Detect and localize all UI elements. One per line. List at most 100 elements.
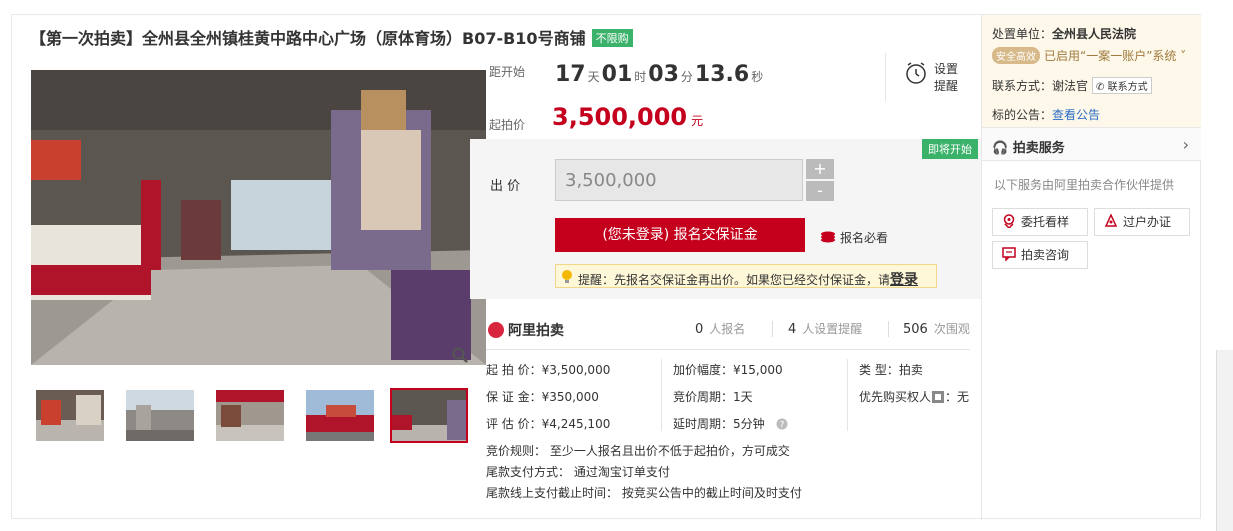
type-value: 拍卖 <box>898 363 923 377</box>
thumbnail-2[interactable] <box>124 388 196 443</box>
notice-line: 标的公告：查看公告 <box>992 106 1100 123</box>
days-unit: 天 <box>587 70 600 84</box>
consult-button[interactable]: 拍卖咨询 <box>992 241 1088 269</box>
detail-type: 类 型：拍卖 <box>859 361 923 378</box>
help-icon[interactable]: ? <box>776 418 788 431</box>
detail-period: 竞价周期：1天 <box>673 390 753 404</box>
alarm-clock-icon[interactable] <box>905 61 927 88</box>
ali-auction-icon <box>488 322 504 338</box>
decrease-button[interactable]: - <box>806 181 834 201</box>
divider <box>847 359 848 431</box>
detail-start-price: 起 拍 价：¥3,500,000 <box>486 363 611 377</box>
stat-label: 人设置提醒 <box>802 322 863 336</box>
must-read-link[interactable]: 报名必看 <box>820 229 888 246</box>
main-photo[interactable] <box>31 70 486 365</box>
service-description: 以下服务由阿里拍卖合作伙伴提供 <box>994 178 1175 192</box>
login-link[interactable]: 登录 <box>890 272 918 288</box>
certificate-icon <box>1104 214 1118 227</box>
stat-registrations: 0 人报名 <box>695 320 745 337</box>
chevron-right-icon: › <box>1182 135 1189 154</box>
start-price-label: 起拍价 <box>489 118 526 132</box>
stat-num: 4 <box>788 322 797 337</box>
must-read-text: 报名必看 <box>840 231 889 245</box>
detail-increment: 加价幅度：¥15,000 <box>673 363 783 377</box>
bid-stepper: + - <box>806 159 834 201</box>
contact-value: 谢法官 <box>1052 79 1089 93</box>
priority-label: 优先购买权人 <box>859 390 932 404</box>
bid-panel: 即将开始 出 价 3,500,000 + - (您未登录) 报名交保证金 报名必… <box>470 139 982 299</box>
detail-priority: 优先购买权人 ：无 <box>859 388 969 405</box>
thumbnail-4[interactable] <box>304 388 376 443</box>
set-reminder-button[interactable]: 设置提醒 <box>934 61 964 95</box>
hours-unit: 时 <box>634 70 647 84</box>
consult-label: 拍卖咨询 <box>1021 248 1070 262</box>
auction-service-header[interactable]: 🎧 拍卖服务 › <box>982 127 1201 161</box>
transfer-label: 过户办证 <box>1123 215 1172 229</box>
countdown-days: 17 <box>555 62 586 87</box>
headset-icon: 🎧 <box>992 141 1009 156</box>
contact-button-label: 联系方式 <box>1107 82 1148 93</box>
tip-text: 提醒：先报名交保证金再出价。如果您已经交付保证金，请 <box>578 273 891 287</box>
detail-deposit: 保 证 金：¥350,000 <box>486 390 599 404</box>
safe-badge: 安全高效 <box>992 47 1040 64</box>
purchase-tag: 不限购 <box>591 29 633 47</box>
stat-views: 506 次围观 <box>903 320 970 337</box>
stat-reminders: 4 人设置提醒 <box>788 320 862 337</box>
divider <box>888 321 889 337</box>
service-title-text: 拍卖服务 <box>1012 141 1065 156</box>
divider <box>486 349 970 350</box>
phone-icon: ✆ <box>1096 82 1108 93</box>
thumbnail-3[interactable] <box>214 388 286 443</box>
notice-label: 标的公告： <box>992 108 1053 122</box>
bid-input[interactable]: 3,500,000 <box>555 159 803 201</box>
divider <box>661 359 662 431</box>
stat-num: 0 <box>695 322 704 337</box>
stat-label: 人报名 <box>709 322 746 336</box>
increase-button[interactable]: + <box>806 159 834 179</box>
transfer-button[interactable]: 过户办证 <box>1094 208 1190 236</box>
divider <box>772 321 773 337</box>
priority-value: ：无 <box>945 390 970 404</box>
bid-label: 出 价 <box>490 179 521 194</box>
minutes-unit: 分 <box>680 70 693 84</box>
lightbulb-icon <box>562 270 572 283</box>
platform-logo: 阿里拍卖 <box>488 320 564 340</box>
coins-icon <box>821 231 835 243</box>
contact-button[interactable]: ✆ 联系方式 <box>1092 77 1152 94</box>
zoom-icon[interactable] <box>452 347 468 363</box>
delay-text: 延时周期：5分钟 <box>673 417 765 431</box>
service-title: 🎧 拍卖服务 <box>992 137 1065 156</box>
thumbnail-1[interactable] <box>34 388 106 443</box>
disposal-unit: 处置单位：全州县人民法院 <box>992 25 1136 42</box>
system-text[interactable]: 已启用“一案一账户”系统 <box>1044 49 1176 63</box>
countdown: 17 天01 时03 分13.6 秒 <box>555 62 765 87</box>
countdown-label: 距开始 <box>489 65 526 79</box>
location-pin-icon <box>1003 214 1015 228</box>
page-title: 【第一次拍卖】全州县全州镇桂黄中路中心广场（原体育场）B07-B10号商铺 不限购 <box>30 25 633 49</box>
start-price-unit: 元 <box>691 114 704 128</box>
unit-value: 全州县人民法院 <box>1052 27 1137 41</box>
stat-label: 次围观 <box>933 322 970 336</box>
auction-page: 【第一次拍卖】全州县全州镇桂黄中路中心广场（原体育场）B07-B10号商铺 不限购 <box>11 14 1201 520</box>
chat-icon <box>1002 247 1016 261</box>
view-notice-link[interactable]: 查看公告 <box>1052 108 1100 122</box>
status-badge: 即将开始 <box>922 139 978 159</box>
info-badge-icon <box>932 391 945 403</box>
contact-label: 联系方式： <box>992 79 1053 93</box>
start-price-value: 3,500,000 <box>552 103 688 131</box>
countdown-minutes: 03 <box>648 62 679 87</box>
bid-rule: 竞价规则： 至少一人报名且出价不低于起拍价，方可成交 <box>486 444 790 458</box>
entrust-view-button[interactable]: 委托看样 <box>992 208 1088 236</box>
type-label: 类 型： <box>859 363 899 377</box>
svg-text:?: ? <box>780 421 785 431</box>
unit-label: 处置单位： <box>992 27 1053 41</box>
detail-estimate: 评 估 价：¥4,245,100 <box>486 417 611 431</box>
sidebar: 处置单位：全州县人民法院 安全高效 已启用“一案一账户”系统 ˅ 联系方式：谢法官… <box>981 15 1201 520</box>
thumbnail-5-selected[interactable] <box>390 388 468 443</box>
stat-num: 506 <box>903 322 928 337</box>
register-deposit-button[interactable]: (您未登录) 报名交保证金 <box>555 218 805 252</box>
platform-name: 阿里拍卖 <box>508 323 564 339</box>
entrust-view-label: 委托看样 <box>1021 215 1070 229</box>
login-tip: 提醒：先报名交保证金再出价。如果您已经交付保证金，请登录 <box>555 264 937 288</box>
divider <box>885 53 886 101</box>
